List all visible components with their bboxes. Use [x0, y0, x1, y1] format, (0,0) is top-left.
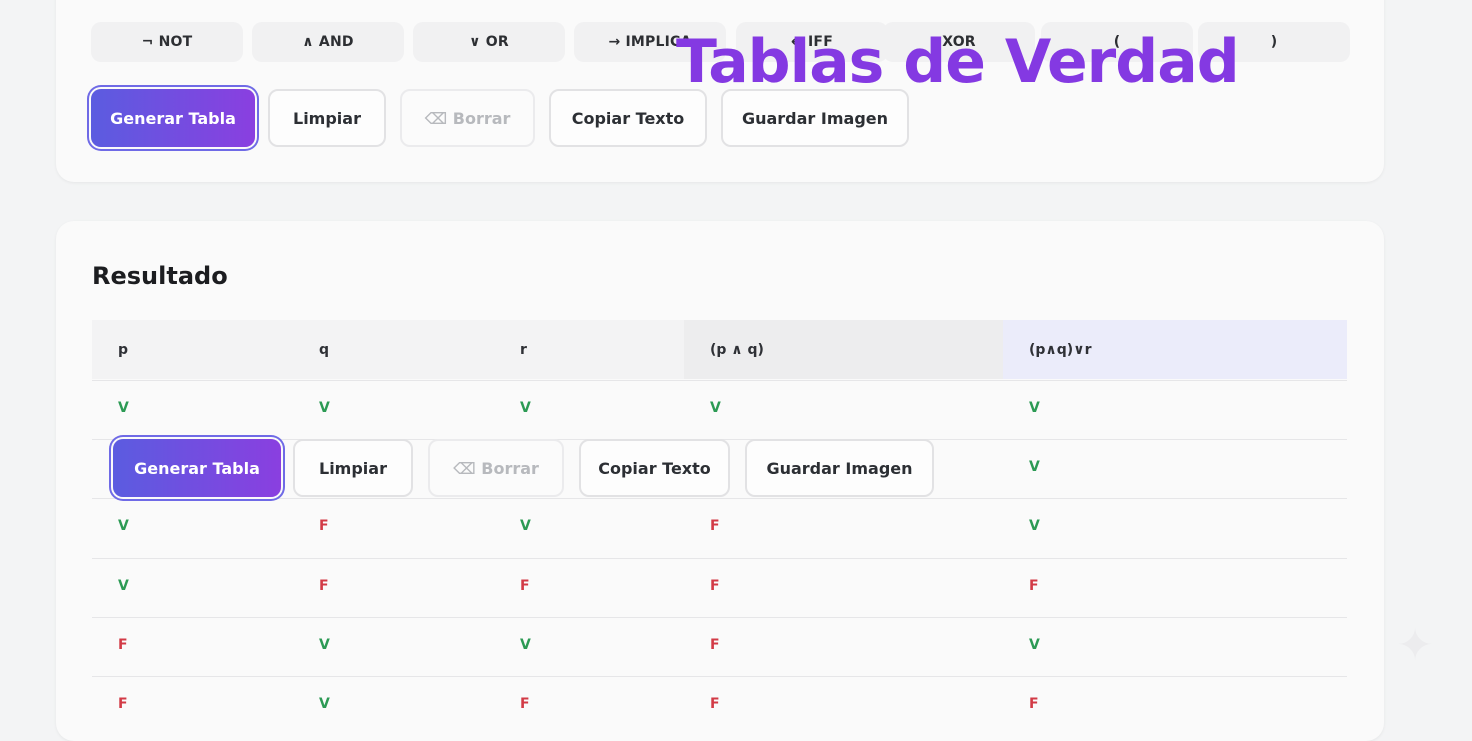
cell-final: F — [1029, 578, 1039, 594]
floating-delete-button[interactable]: ⌫ Borrar — [428, 439, 564, 497]
row-divider — [92, 617, 1347, 618]
cell-p-and-q: V — [710, 400, 721, 416]
op-and-button[interactable]: ∧ AND — [252, 22, 404, 62]
cell-final: V — [1029, 637, 1040, 653]
cell-p: F — [118, 637, 128, 653]
overlay-title: Tablas de Verdad — [676, 27, 1240, 97]
cell-q: F — [319, 578, 329, 594]
cell-p-and-q: F — [710, 696, 720, 712]
cell-final: V — [1029, 518, 1040, 534]
sparkle-icon: ✦ — [1396, 620, 1434, 671]
cell-p-and-q: F — [710, 578, 720, 594]
table-header-bg — [92, 320, 684, 379]
cell-final: V — [1029, 400, 1040, 416]
cell-r: F — [520, 696, 530, 712]
cell-p: V — [118, 400, 129, 416]
cell-q: V — [319, 637, 330, 653]
cell-p-and-q: F — [710, 518, 720, 534]
row-divider — [92, 676, 1347, 677]
column-header-p-and-q: (p ∧ q) — [710, 342, 764, 358]
column-header-final: (p∧q)∨r — [1029, 342, 1092, 358]
generate-table-button[interactable]: Generar Tabla — [91, 89, 255, 147]
cell-r: F — [520, 578, 530, 594]
cell-p: F — [118, 696, 128, 712]
floating-copy-text-button[interactable]: Copiar Texto — [579, 439, 730, 497]
row-divider — [92, 498, 1347, 499]
cell-p: V — [118, 518, 129, 534]
op-or-button[interactable]: ∨ OR — [413, 22, 565, 62]
cell-r: V — [520, 400, 531, 416]
cell-final: V — [1029, 459, 1040, 475]
column-header-q: q — [319, 342, 330, 358]
cell-r: V — [520, 518, 531, 534]
op-not-button[interactable]: ¬ NOT — [91, 22, 243, 62]
cell-q: F — [319, 518, 329, 534]
delete-button[interactable]: ⌫ Borrar — [400, 89, 535, 147]
cell-q: V — [319, 400, 330, 416]
cell-final: F — [1029, 696, 1039, 712]
cell-p: V — [118, 578, 129, 594]
row-divider — [92, 380, 1347, 381]
result-heading: Resultado — [92, 262, 228, 290]
cell-p-and-q: F — [710, 637, 720, 653]
column-header-r: r — [520, 342, 527, 358]
floating-clear-button[interactable]: Limpiar — [293, 439, 413, 497]
clear-button[interactable]: Limpiar — [268, 89, 386, 147]
floating-generate-table-button[interactable]: Generar Tabla — [113, 439, 281, 497]
row-divider — [92, 558, 1347, 559]
cell-r: V — [520, 637, 531, 653]
column-header-p: p — [118, 342, 129, 358]
floating-save-image-button[interactable]: Guardar Imagen — [745, 439, 934, 497]
cell-q: V — [319, 696, 330, 712]
